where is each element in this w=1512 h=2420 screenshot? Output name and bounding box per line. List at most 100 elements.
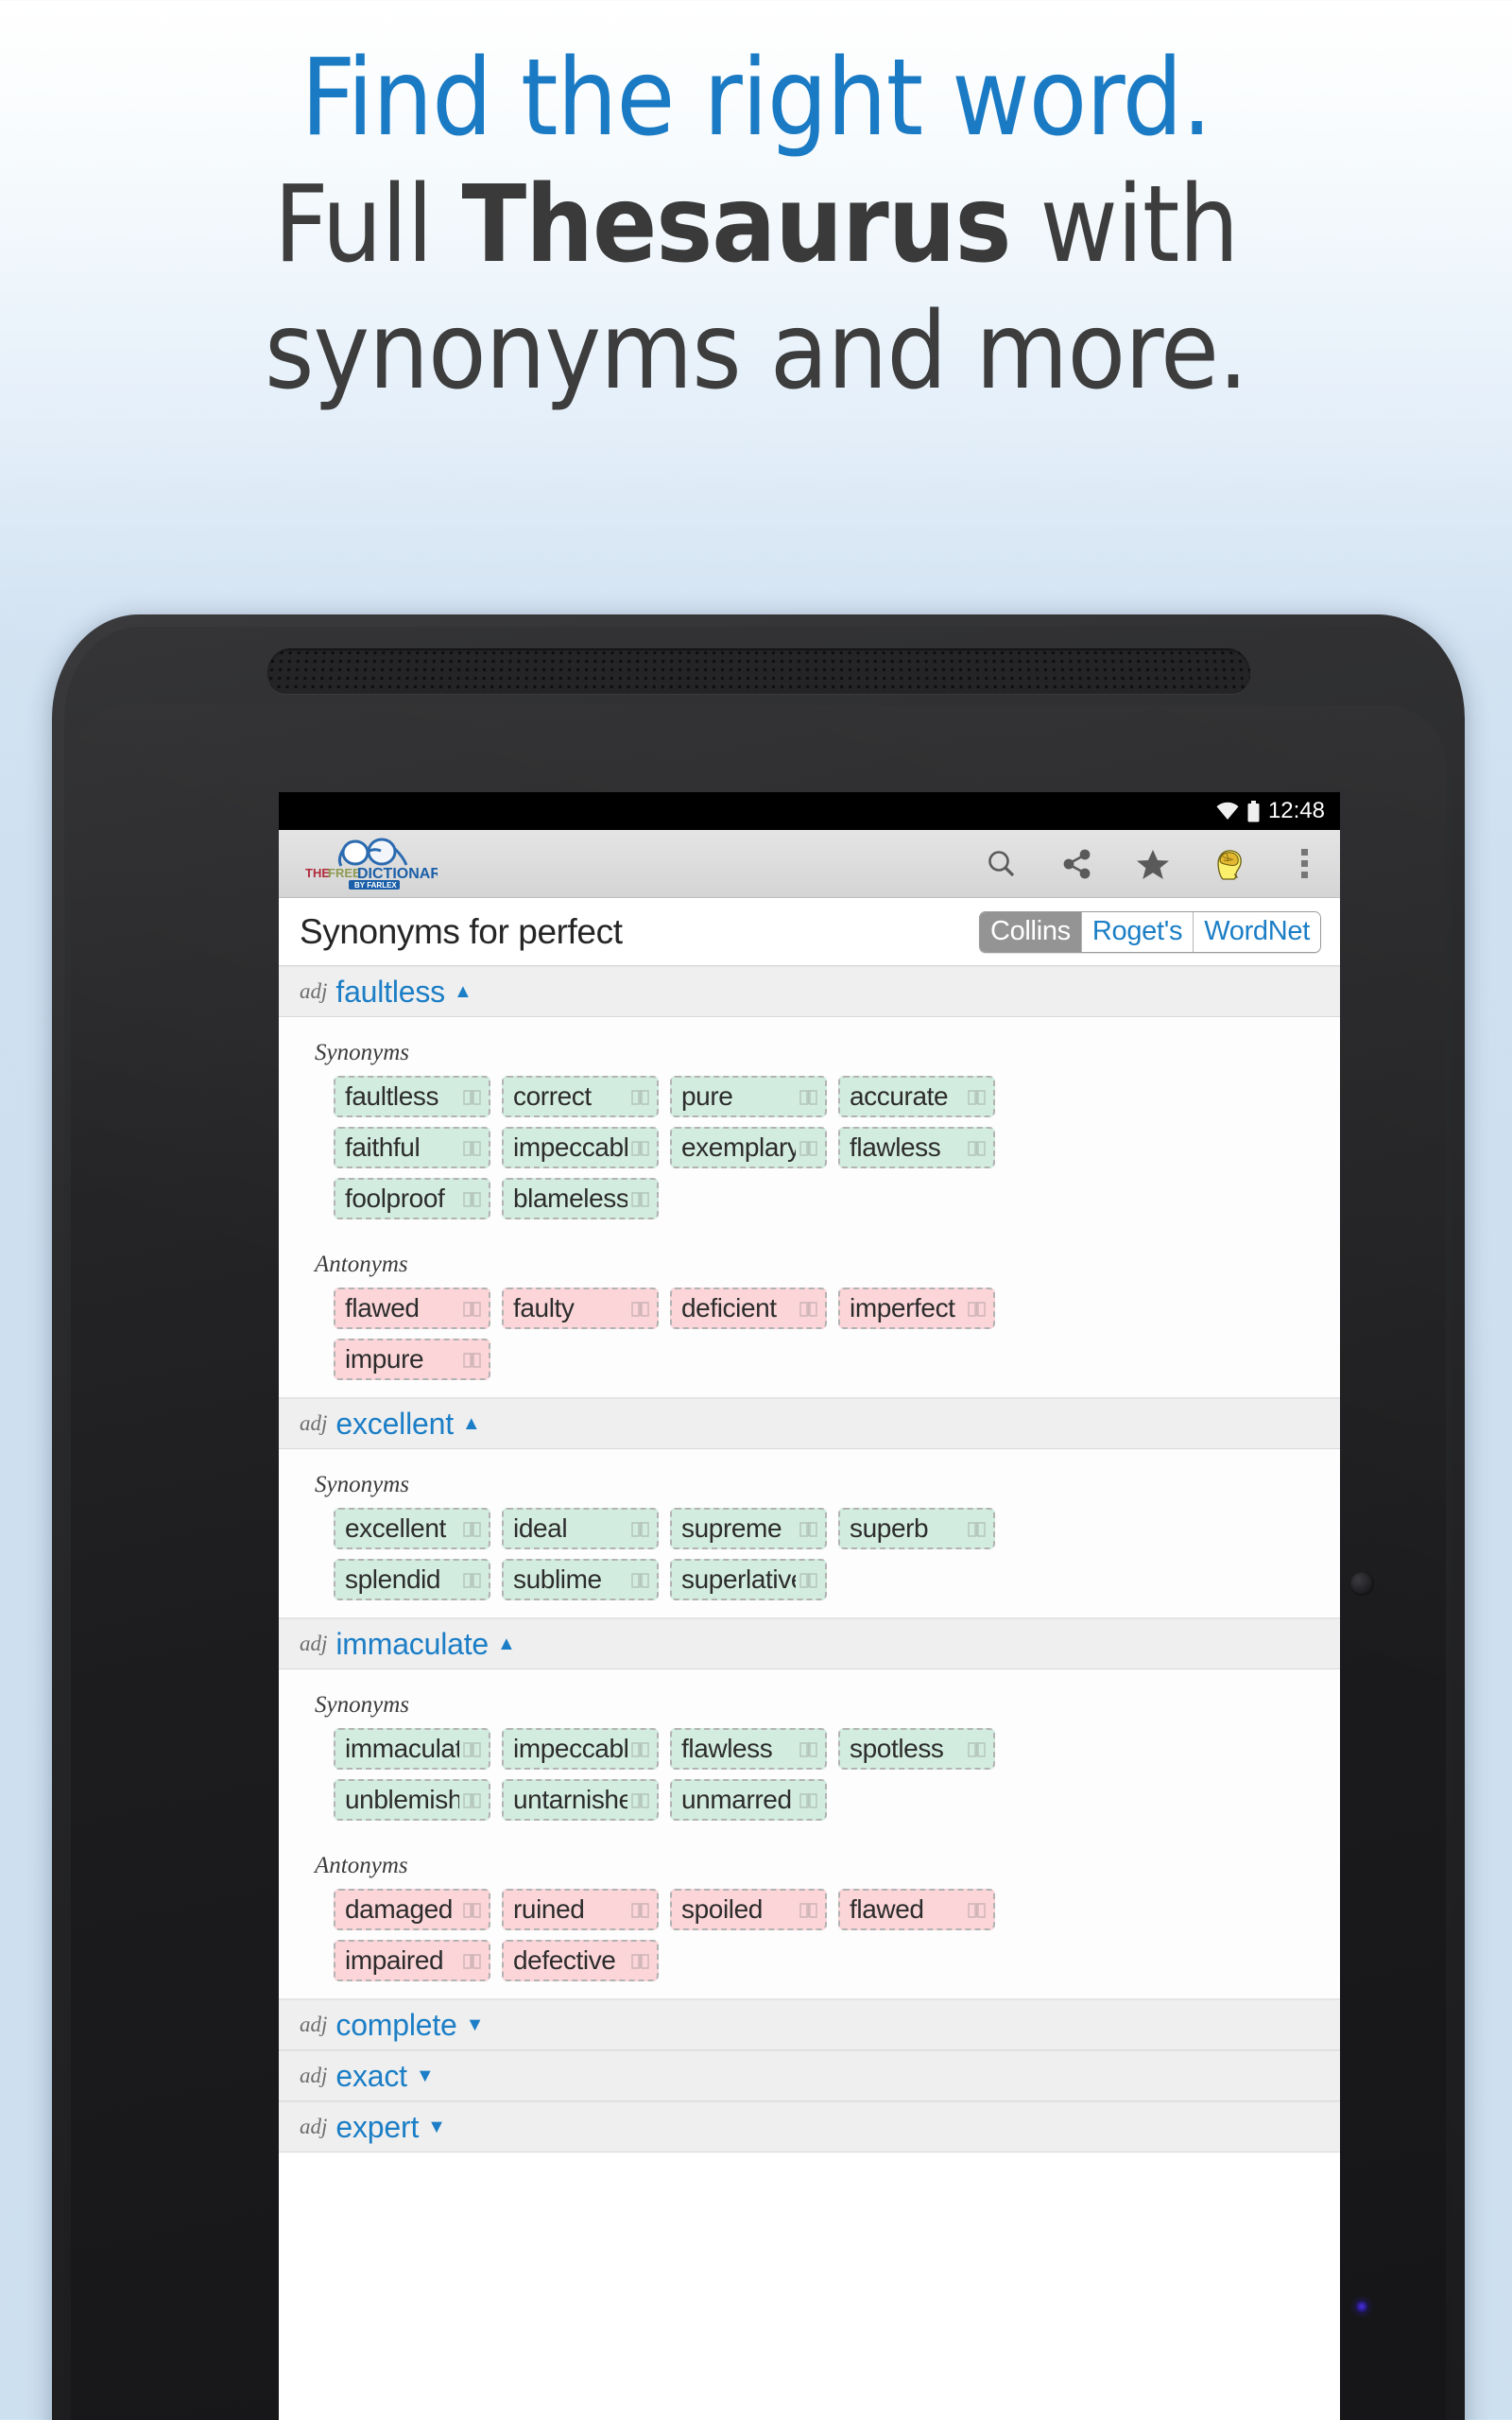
book-icon — [799, 1301, 817, 1317]
book-icon — [631, 1572, 649, 1588]
synonym-chip[interactable]: flawless — [838, 1127, 995, 1168]
synonym-chip[interactable]: sublime — [502, 1559, 659, 1600]
synonym-chip[interactable]: faithful — [334, 1127, 490, 1168]
source-tab-collins[interactable]: Collins — [979, 911, 1082, 952]
page-title-row: Synonyms for perfect Collins Roget's Wor… — [279, 898, 1340, 966]
sense-header-exact[interactable]: adj exact ▼ — [279, 2050, 1340, 2101]
antonym-chip[interactable]: defective — [502, 1940, 659, 1981]
chevron-up-icon: ▲ — [453, 981, 472, 1002]
book-icon — [463, 1792, 481, 1808]
chip-label: immaculate — [345, 1734, 459, 1763]
antonym-chip[interactable]: ruined — [502, 1889, 659, 1930]
chip-label: ruined — [513, 1894, 585, 1924]
book-icon — [631, 1521, 649, 1537]
book-icon — [631, 1089, 649, 1105]
wifi-icon — [1216, 802, 1239, 820]
part-of-speech-label: adj — [300, 2115, 328, 2138]
sense-header-expert[interactable]: adj expert ▼ — [279, 2101, 1340, 2152]
book-icon — [799, 1521, 817, 1537]
chip-label: flawed — [850, 1894, 924, 1924]
sense-header-immaculate[interactable]: adj immaculate ▲ — [279, 1618, 1340, 1669]
share-icon[interactable] — [1060, 847, 1094, 881]
notification-led-icon — [1354, 2299, 1369, 2314]
chip-label: imperfect — [850, 1293, 955, 1322]
antonym-chip[interactable]: damaged — [334, 1889, 490, 1930]
page-title: Synonyms for perfect — [300, 911, 623, 951]
chip-label: impaired — [345, 1945, 444, 1975]
antonym-chip[interactable]: deficient — [670, 1288, 827, 1329]
tablet-device-frame: 12:48 THE FREE DICTIONARY — [52, 614, 1465, 2420]
chevron-up-icon: ▲ — [497, 1634, 516, 1654]
part-of-speech-label: adj — [300, 1411, 328, 1435]
antonym-chip[interactable]: faulty — [502, 1288, 659, 1329]
antonyms-group-label: Antonyms — [315, 1853, 408, 1878]
overflow-menu-icon[interactable] — [1287, 847, 1321, 881]
synonym-chip[interactable]: correct — [502, 1076, 659, 1117]
chip-label: superb — [850, 1513, 929, 1543]
sense-header-faultless[interactable]: adj faultless ▲ — [279, 966, 1340, 1017]
book-icon — [799, 1792, 817, 1808]
app-logo[interactable]: THE FREE DICTIONARY BY FARLEX — [303, 838, 451, 890]
book-icon — [463, 1741, 481, 1757]
synonym-chip[interactable]: impeccable — [502, 1127, 659, 1168]
synonym-chip[interactable]: exemplary — [670, 1127, 827, 1168]
star-icon[interactable] — [1136, 847, 1170, 881]
chip-label: sublime — [513, 1564, 602, 1594]
sense-body-faultless: Synonyms faultless correct pure accurate… — [279, 1017, 1340, 1398]
synonym-chip[interactable]: pure — [670, 1076, 827, 1117]
synonym-chip[interactable]: untarnished — [502, 1779, 659, 1821]
antonym-chip[interactable]: imperfect — [838, 1288, 995, 1329]
part-of-speech-label: adj — [300, 2064, 328, 2087]
promo-line-2-bold: Thesaurus — [461, 164, 1011, 286]
antonym-chip[interactable]: impure — [334, 1339, 490, 1380]
synonym-chip[interactable]: accurate — [838, 1076, 995, 1117]
app-bar-actions — [985, 847, 1327, 881]
synonym-chip[interactable]: flawless — [670, 1728, 827, 1770]
synonym-chip[interactable]: spotless — [838, 1728, 995, 1770]
source-tab-wordnet[interactable]: WordNet — [1194, 911, 1320, 952]
synonym-chip[interactable]: ideal — [502, 1508, 659, 1549]
synonym-chip[interactable]: excellent — [334, 1508, 490, 1549]
synonym-chip[interactable]: faultless — [334, 1076, 490, 1117]
synonym-chip[interactable]: unmarred — [670, 1779, 827, 1821]
synonym-chip[interactable]: splendid — [334, 1559, 490, 1600]
book-icon — [631, 1140, 649, 1156]
book-icon — [463, 1191, 481, 1207]
antonym-chip[interactable]: spoiled — [670, 1889, 827, 1930]
synonym-chip[interactable]: superb — [838, 1508, 995, 1549]
antonym-chip-list: flawed faulty deficient imperfect impure — [279, 1288, 1340, 1380]
sense-header-excellent[interactable]: adj excellent ▲ — [279, 1398, 1340, 1449]
chip-label: spoiled — [681, 1894, 763, 1924]
book-icon — [631, 1953, 649, 1969]
svg-text:DICTIONARY: DICTIONARY — [357, 866, 438, 882]
promo-line-2: Full Thesaurus with — [0, 172, 1512, 278]
synonym-chip[interactable]: impeccable — [502, 1728, 659, 1770]
book-icon — [968, 1140, 986, 1156]
synonym-chip[interactable]: immaculate — [334, 1728, 490, 1770]
antonym-chip[interactable]: flawed — [838, 1889, 995, 1930]
antonym-chip[interactable]: impaired — [334, 1940, 490, 1981]
book-icon — [631, 1191, 649, 1207]
device-screen: 12:48 THE FREE DICTIONARY — [279, 792, 1340, 2420]
synonyms-group-label: Synonyms — [315, 1040, 409, 1065]
book-icon — [799, 1089, 817, 1105]
sense-body-immaculate: Synonyms immaculate impeccable flawless … — [279, 1669, 1340, 1999]
book-icon — [463, 1140, 481, 1156]
synonym-chip[interactable]: superlative — [670, 1559, 827, 1600]
synonym-chip[interactable]: supreme — [670, 1508, 827, 1549]
synonym-chip[interactable]: blameless — [502, 1178, 659, 1219]
antonym-chip[interactable]: flawed — [334, 1288, 490, 1329]
brain-icon[interactable] — [1211, 847, 1246, 881]
synonym-chip[interactable]: unblemished — [334, 1779, 490, 1821]
chip-label: defective — [513, 1945, 616, 1975]
chip-label: excellent — [345, 1513, 446, 1543]
chip-label: impeccable — [513, 1132, 627, 1162]
source-tab-rogets[interactable]: Roget's — [1081, 911, 1194, 952]
sense-word: complete — [335, 2007, 457, 2042]
chevron-down-icon: ▼ — [415, 2066, 435, 2086]
promo-line-2-pre: Full — [273, 164, 462, 286]
search-icon[interactable] — [985, 847, 1019, 881]
synonym-chip[interactable]: foolproof — [334, 1178, 490, 1219]
sense-header-complete[interactable]: adj complete ▼ — [279, 1999, 1340, 2050]
book-icon — [968, 1902, 986, 1918]
